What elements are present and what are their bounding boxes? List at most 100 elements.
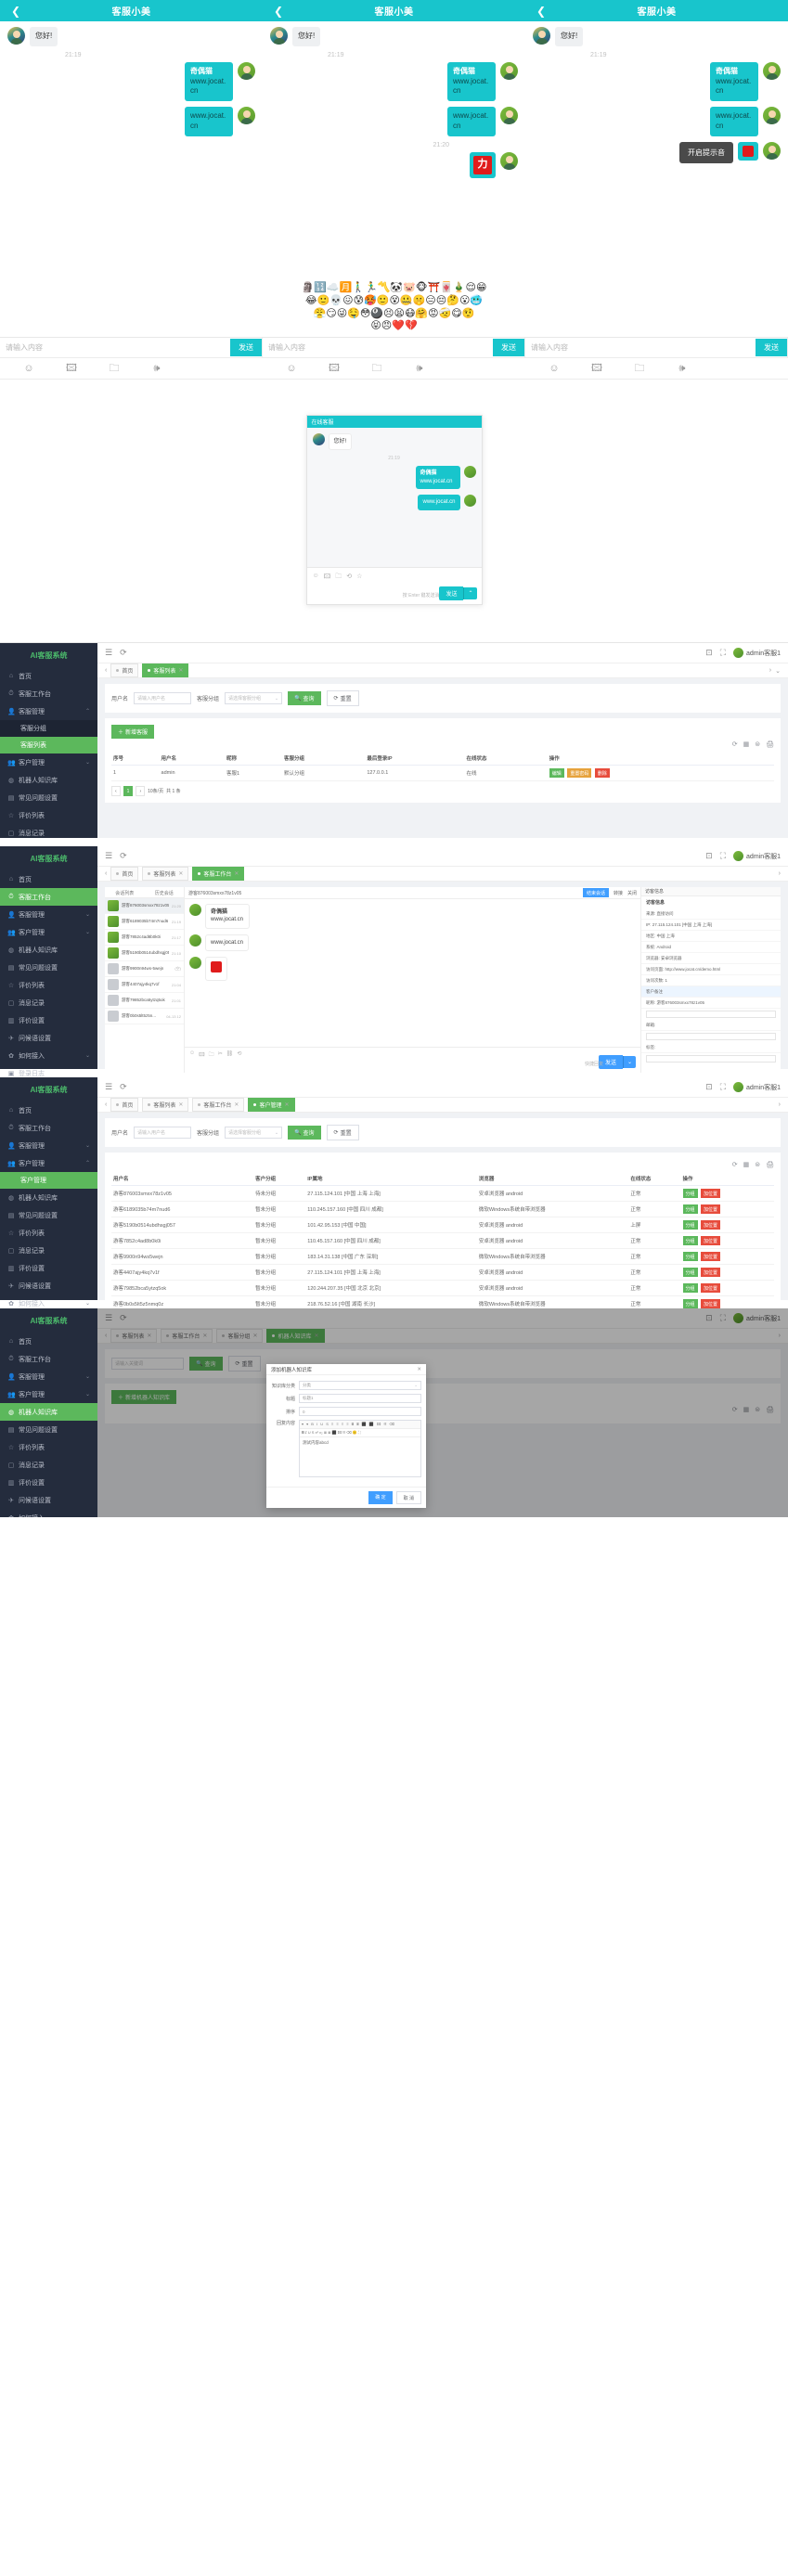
location-button[interactable]: 加位置 bbox=[701, 1236, 720, 1245]
minimize-icon[interactable]: ⊡ bbox=[705, 1082, 713, 1092]
group-select[interactable]: 请选择客服分组 bbox=[225, 1127, 282, 1139]
close-icon[interactable]: ✕ bbox=[234, 1101, 239, 1108]
next-page-button[interactable]: › bbox=[136, 786, 145, 796]
list-item[interactable]: 游客4407ajy4kq7v1f 21:04 bbox=[105, 977, 184, 993]
columns-icon[interactable]: ▦ bbox=[743, 1161, 750, 1168]
edit-button[interactable]: 编辑 bbox=[549, 768, 564, 778]
list-item[interactable]: 游客6189035b74m7nud6 21:19 bbox=[105, 914, 184, 930]
cancel-button[interactable]: 取 消 bbox=[396, 1491, 421, 1504]
emoji-row[interactable]: 😂🙂💀😖😰🥵🙂😵🤐🤫😑😔🤔😮🥶 bbox=[270, 295, 519, 308]
delete-button[interactable]: 删除 bbox=[595, 768, 610, 778]
sidebar-subitem-customer-list[interactable]: 客户管理 bbox=[0, 1172, 97, 1189]
export-icon[interactable]: 🖨 bbox=[766, 1161, 774, 1168]
modal-overlay[interactable] bbox=[97, 1308, 788, 1517]
sidebar-item-agent-mgmt[interactable]: 👤 客服管理 ⌄ bbox=[0, 906, 97, 923]
tab-customer-mgmt[interactable]: 客户管理 ✕ bbox=[248, 1098, 294, 1112]
density-icon[interactable]: ⊜ bbox=[755, 741, 760, 748]
table-row[interactable]: 游客5190b0514ubdhsgj057 暂未分组 101.42.95.153… bbox=[111, 1217, 774, 1233]
editor-toolbar-row-2[interactable]: 𝐁 𝘐 U S x² x₂ ≣ ≣ ⬛ 🖾 ⛓ ⌫ 🙂 ⛶ bbox=[300, 1429, 420, 1437]
close-button[interactable]: 关闭 bbox=[627, 890, 637, 896]
sidebar-item-faq-settings[interactable]: ▤ 常见问题设置 bbox=[0, 789, 97, 806]
search-button[interactable]: 🔍 查询 bbox=[288, 1126, 321, 1140]
refresh-icon[interactable]: ⟳ bbox=[120, 648, 127, 658]
folder-icon[interactable]: 🗀 bbox=[93, 360, 136, 378]
page-number[interactable]: 1 bbox=[123, 786, 134, 796]
fullscreen-icon[interactable]: ⛶ bbox=[720, 1082, 726, 1092]
sidebar-item-workbench[interactable]: ⏱ 客服工作台 bbox=[0, 1119, 97, 1137]
folder-icon[interactable]: 🗀 bbox=[618, 360, 661, 378]
sidebar-item-customer-mgmt[interactable]: 👥 客户管理 ⌄ bbox=[0, 1385, 97, 1403]
tab-home[interactable]: 首页 bbox=[110, 867, 138, 881]
fullscreen-icon[interactable]: ⛶ bbox=[720, 851, 726, 861]
list-item[interactable]: 游客7852c4ad8b0k0i 21:17 bbox=[105, 930, 184, 946]
sidebar-item-greeting-settings[interactable]: ✈ 问候语设置 bbox=[0, 1029, 97, 1047]
back-icon[interactable]: ❮ bbox=[525, 6, 557, 17]
user-menu[interactable]: admin客服1 bbox=[733, 1082, 781, 1092]
sort-input[interactable]: 0 bbox=[299, 1407, 421, 1416]
sidebar-item-robot-kb[interactable]: ◍ 机器人知识库 bbox=[0, 1189, 97, 1206]
group-button[interactable]: 分组 bbox=[683, 1204, 698, 1214]
username-input[interactable]: 请输入用户名 bbox=[134, 1127, 191, 1139]
tab-home[interactable]: 首页 bbox=[110, 663, 138, 677]
list-item[interactable]: 游客876003smxx78z1v05 21:20 bbox=[105, 898, 184, 914]
sidebar-item-message-log[interactable]: ▢ 消息记录 bbox=[0, 1242, 97, 1259]
rich-text-editor[interactable]: ▾ ▾ B I U S ≡ ≡ ≡ ≡ ⌸ ⌸ ⬛ ⬛ 🖾 ⛓ ⌫ 𝐁 𝘐 U … bbox=[299, 1420, 421, 1477]
evaluate-icon[interactable]: ☆ bbox=[356, 573, 362, 583]
tab-home[interactable]: 首页 bbox=[110, 1098, 138, 1112]
folder-icon[interactable]: 🗀 bbox=[335, 573, 342, 583]
sidebar-item-faq-settings[interactable]: ▤ 常见问题设置 bbox=[0, 959, 97, 976]
message-input[interactable]: 请输入内容 bbox=[0, 342, 230, 353]
back-icon[interactable]: ❮ bbox=[263, 6, 294, 17]
table-row[interactable]: 游客876003smxx78z1v05 待未分组 27.115.124.101 … bbox=[111, 1186, 774, 1202]
location-button[interactable]: 加位置 bbox=[701, 1189, 720, 1198]
end-session-button[interactable]: 结束会话 bbox=[583, 888, 609, 897]
close-icon[interactable]: ✕ bbox=[284, 1101, 289, 1108]
send-button[interactable]: 发送 bbox=[230, 339, 262, 356]
category-select[interactable]: 分类 bbox=[299, 1381, 421, 1390]
reset-password-button[interactable]: 重置密码 bbox=[567, 768, 591, 778]
group-button[interactable]: 分组 bbox=[683, 1299, 698, 1308]
emoji-icon[interactable]: ☺ bbox=[189, 1050, 195, 1060]
close-icon[interactable]: ✕ bbox=[178, 1101, 183, 1108]
image-icon[interactable]: 🖾 bbox=[199, 1050, 205, 1060]
tab-agent-list[interactable]: 客服列表 ✕ bbox=[142, 867, 188, 881]
table-row[interactable]: 游客6189035b74m7nud6 暂未分组 110.245.157.160 … bbox=[111, 1202, 774, 1217]
tab-workbench[interactable]: 客服工作台 ✕ bbox=[192, 867, 244, 881]
sidebar-item-customer-mgmt[interactable]: 👥 客户管理 ⌃ bbox=[0, 1154, 97, 1172]
page-size[interactable]: 10条/页 bbox=[148, 788, 163, 794]
tab-scroll-left-icon[interactable]: ‹ bbox=[105, 1101, 107, 1108]
table-row[interactable]: 游客7852c4ad8b0k0i 暂未分组 110.45.157.160 [中国… bbox=[111, 1233, 774, 1249]
sidebar-item-home[interactable]: ⌂ 首页 bbox=[0, 667, 97, 685]
sound-icon[interactable]: 🕪 bbox=[661, 363, 704, 375]
sidebar-item-how-to-integrate[interactable]: ✿ 如何接入 ⌄ bbox=[0, 1509, 97, 1517]
sidebar-item-greeting-settings[interactable]: ✈ 问候语设置 bbox=[0, 1491, 97, 1509]
folder-icon[interactable]: 🗀 bbox=[355, 360, 398, 378]
sidebar-subitem-agent-list[interactable]: 客服列表 bbox=[0, 737, 97, 753]
refresh-icon[interactable]: ⟳ bbox=[732, 741, 738, 748]
sidebar-item-workbench[interactable]: ⏱ 客服工作台 bbox=[0, 888, 97, 906]
send-button[interactable]: 发送 bbox=[439, 586, 463, 600]
emoji-icon[interactable]: ☺ bbox=[270, 363, 313, 374]
tab-agent-list[interactable]: 客服列表 ✕ bbox=[142, 663, 188, 677]
reset-button[interactable]: ⟳ 重置 bbox=[327, 1125, 359, 1140]
sidebar-item-review-settings[interactable]: ▥ 评价设置 bbox=[0, 1011, 97, 1029]
send-options-button[interactable]: ⌄ bbox=[623, 1056, 636, 1068]
send-button[interactable]: 发送 bbox=[756, 339, 787, 356]
emoji-picker-panel[interactable]: 🗿🔢☁️🈷️🚶‍♂️🏃‍♂️〽️🐼🐷🐵⛩️🀄🎍😌😁 😂🙂💀😖😰🥵🙂😵🤐🤫😑😔🤔😮… bbox=[0, 277, 788, 337]
density-icon[interactable]: ⊜ bbox=[755, 1161, 760, 1168]
fullscreen-icon[interactable]: ⛶ bbox=[720, 648, 726, 658]
tab-active-sessions[interactable]: 会话列表 bbox=[105, 887, 145, 898]
sidebar-item-customer-mgmt[interactable]: 👥 客户管理 ⌄ bbox=[0, 753, 97, 771]
tab-scroll-right-icon[interactable]: › bbox=[769, 667, 771, 674]
sidebar-item-review-list[interactable]: ☆ 评价列表 bbox=[0, 806, 97, 824]
menu-icon[interactable]: ☰ bbox=[105, 648, 112, 658]
user-menu[interactable]: admin客服1 bbox=[733, 851, 781, 861]
location-button[interactable]: 加位置 bbox=[701, 1283, 720, 1293]
list-item[interactable]: 游客9900n94ws-5wejn (空) bbox=[105, 961, 184, 977]
sidebar-item-home[interactable]: ⌂ 首页 bbox=[0, 870, 97, 888]
search-button[interactable]: 🔍 查询 bbox=[288, 691, 321, 705]
columns-icon[interactable]: ▦ bbox=[743, 741, 750, 748]
table-row[interactable]: 游客4407ajy4kq7v1f 暂未分组 27.115.124.101 [中国… bbox=[111, 1265, 774, 1281]
menu-icon[interactable]: ☰ bbox=[105, 1082, 112, 1092]
message-input[interactable]: 请输入内容 bbox=[263, 342, 493, 353]
